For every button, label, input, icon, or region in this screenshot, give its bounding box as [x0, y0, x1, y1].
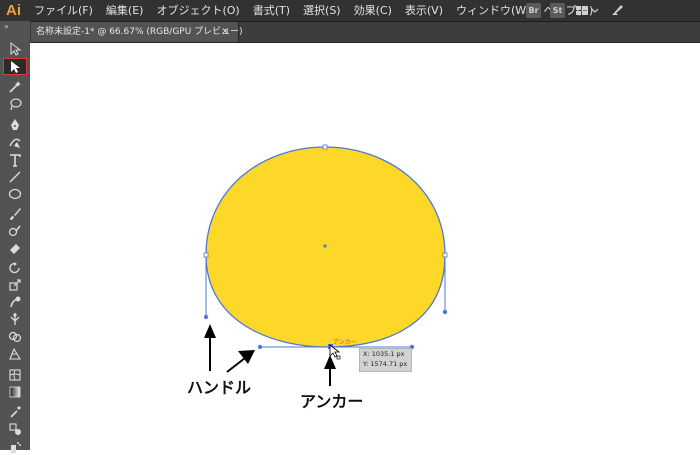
arrow-icon — [324, 355, 336, 369]
handle-label: ハンドル — [187, 378, 252, 397]
artwork-layer — [203, 144, 448, 386]
anchor-point[interactable] — [322, 144, 328, 150]
coordinate-y: Y: 1574.71 px — [363, 360, 408, 368]
anchor-point[interactable] — [203, 252, 209, 258]
arrow-icon — [204, 324, 216, 338]
anchor-point[interactable] — [442, 252, 448, 258]
handle-point[interactable] — [442, 309, 448, 315]
smart-guide-hint: アンカー — [333, 339, 357, 346]
coordinate-x: X: 1035.1 px — [363, 350, 405, 358]
handle-point[interactable] — [257, 344, 263, 350]
arrow-icon — [226, 357, 246, 373]
coordinate-tooltip: X: 1035.1 px Y: 1574.71 px — [359, 348, 412, 372]
anchor-label: アンカー — [300, 392, 364, 411]
center-point — [323, 244, 327, 248]
handle-point[interactable] — [203, 314, 209, 320]
